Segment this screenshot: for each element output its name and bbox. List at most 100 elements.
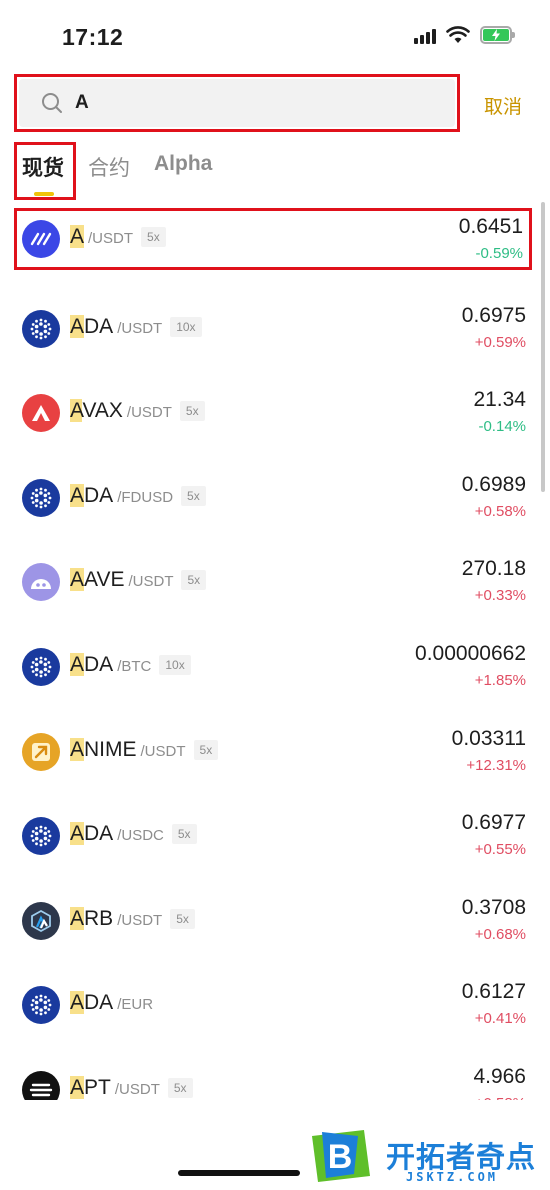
search-match-highlight: A (70, 906, 85, 930)
quote-currency: /USDT (128, 573, 174, 591)
trading-pair: ADA/FDUSD 5x (70, 483, 206, 508)
quote-currency: /EUR (117, 996, 154, 1014)
search-match-highlight: A (70, 399, 83, 423)
leverage-badge: 5x (179, 401, 205, 422)
price-change: +1.85% (474, 672, 526, 689)
arbitrum-icon (22, 901, 60, 940)
market-row-avax[interactable]: AVAX/USDT 5x 21.34 -0.14% (0, 367, 550, 452)
search-match-highlight: A (70, 568, 85, 592)
home-indicator[interactable] (178, 1170, 300, 1176)
quote-currency: /USDT (140, 742, 186, 760)
tab-alpha[interactable]: Alpha (154, 152, 212, 176)
aave-icon (22, 563, 60, 602)
tab-futures[interactable]: 合约 (88, 152, 130, 182)
last-price: 0.6977 (461, 811, 526, 835)
price-change: +0.41% (474, 1010, 526, 1028)
trading-pair: ADA/USDT 10x (70, 314, 202, 339)
last-price: 0.03311 (451, 726, 526, 750)
svg-text:B: B (328, 1138, 353, 1176)
active-tab-indicator (34, 192, 54, 196)
market-row-a[interactable]: A/USDT 5x 0.6451 -0.59% (14, 208, 532, 270)
price-change: +0.55% (474, 841, 526, 859)
cancel-button[interactable]: 取消 (484, 92, 522, 119)
base-symbol: ADA (70, 653, 114, 676)
trading-pair: ADA/EUR (70, 991, 153, 1015)
quote-currency: /BTC (117, 658, 152, 675)
cardano-icon (22, 478, 60, 517)
base-symbol: ADA (70, 314, 114, 338)
price-change: +0.59% (474, 333, 526, 351)
market-row-ada[interactable]: ADA/EUR 0.6127 +0.41% (0, 959, 550, 1044)
leverage-badge: 5x (167, 1078, 193, 1098)
leverage-badge: 5x (171, 824, 197, 845)
price-change: -0.59% (475, 245, 523, 262)
search-query: A (75, 92, 89, 113)
cellular-signal-icon (414, 26, 436, 44)
trading-pair: A/USDT 5x (70, 225, 166, 249)
vaulta-icon (22, 220, 60, 258)
trading-pair: ADA/USDC 5x (70, 822, 197, 846)
market-row-ada[interactable]: ADA/FDUSD 5x 0.6989 +0.58% (0, 452, 550, 537)
base-symbol: AAVE (70, 568, 125, 592)
search-icon (42, 93, 62, 113)
quote-currency: /USDC (117, 827, 164, 845)
trading-pair: ANIME/USDT 5x (70, 737, 219, 762)
scrollbar[interactable] (541, 202, 545, 492)
base-symbol: ANIME (70, 737, 137, 761)
last-price: 0.3708 (461, 895, 526, 919)
quote-currency: /FDUSD (117, 488, 174, 506)
market-row-ada[interactable]: ADA/BTC 10x 0.00000662 +1.85% (0, 621, 550, 706)
quote-currency: /USDT (114, 1081, 160, 1098)
battery-icon (480, 26, 515, 44)
search-match-highlight: A (70, 991, 85, 1015)
status-time: 17:12 (62, 24, 124, 50)
watermark-subtitle: JSKTZ.COM (406, 1170, 499, 1184)
status-icons (414, 26, 515, 44)
market-row-ada[interactable]: ADA/USDC 5x 0.6977 +0.55% (0, 790, 550, 875)
price-change: +0.33% (474, 587, 526, 605)
trading-pair: ADA/BTC 10x (70, 653, 191, 677)
price-change: +12.31% (466, 756, 526, 774)
last-price: 0.00000662 (415, 642, 526, 665)
search-results-list[interactable]: A/USDT 5x 0.6451 -0.59% ADA/USDT 10x 0.6975 +0.… (0, 198, 550, 1100)
last-price: 0.6975 (461, 303, 526, 327)
base-symbol: APT (70, 1076, 111, 1099)
trading-pair: AVAX/USDT 5x (70, 399, 205, 423)
watermark-logo-icon: B (312, 1130, 370, 1182)
quote-currency: /USDT (117, 911, 163, 929)
market-row-arb[interactable]: ARB/USDT 5x 0.3708 +0.68% (0, 875, 550, 960)
last-price: 21.34 (473, 388, 526, 412)
base-symbol: ADA (70, 991, 114, 1015)
cardano-icon (22, 309, 60, 348)
quote-currency: /USDT (126, 404, 172, 422)
market-row-aave[interactable]: AAVE/USDT 5x 270.18 +0.33% (0, 536, 550, 621)
market-row-ada[interactable]: ADA/USDT 10x 0.6975 +0.59% (0, 283, 550, 368)
leverage-badge: 5x (141, 227, 166, 247)
last-price: 4.966 (473, 1065, 526, 1088)
price-change: +0.68% (474, 925, 526, 943)
market-row-apt[interactable]: APT/USDT 5x 4.966 +0.58% (0, 1044, 550, 1100)
base-symbol: ADA (70, 822, 114, 846)
avalanche-icon (22, 394, 60, 433)
leverage-badge: 5x (181, 485, 206, 506)
base-symbol: AVAX (70, 399, 123, 423)
quote-currency: /USDT (88, 230, 134, 247)
aptos-icon (22, 1071, 60, 1100)
quote-currency: /USDT (117, 319, 163, 337)
base-symbol: ADA (70, 483, 114, 507)
last-price: 270.18 (461, 557, 526, 581)
last-price: 0.6127 (461, 980, 526, 1004)
tab-spot[interactable]: 现货 (22, 152, 64, 182)
price-change: -0.14% (478, 418, 526, 436)
wifi-icon (446, 26, 470, 43)
market-tabs: 现货 合约 Alpha (0, 140, 550, 200)
anime-icon (22, 732, 60, 771)
market-row-anime[interactable]: ANIME/USDT 5x 0.03311 +12.31% (0, 706, 550, 791)
trading-pair: APT/USDT 5x (70, 1076, 193, 1100)
trading-pair: ARB/USDT 5x (70, 906, 195, 931)
leverage-badge: 10x (159, 655, 191, 675)
search-input[interactable]: A (19, 79, 455, 127)
price-change: +0.58% (474, 502, 526, 520)
search-match-highlight: A (70, 822, 85, 846)
status-bar: 17:12 (0, 0, 550, 70)
